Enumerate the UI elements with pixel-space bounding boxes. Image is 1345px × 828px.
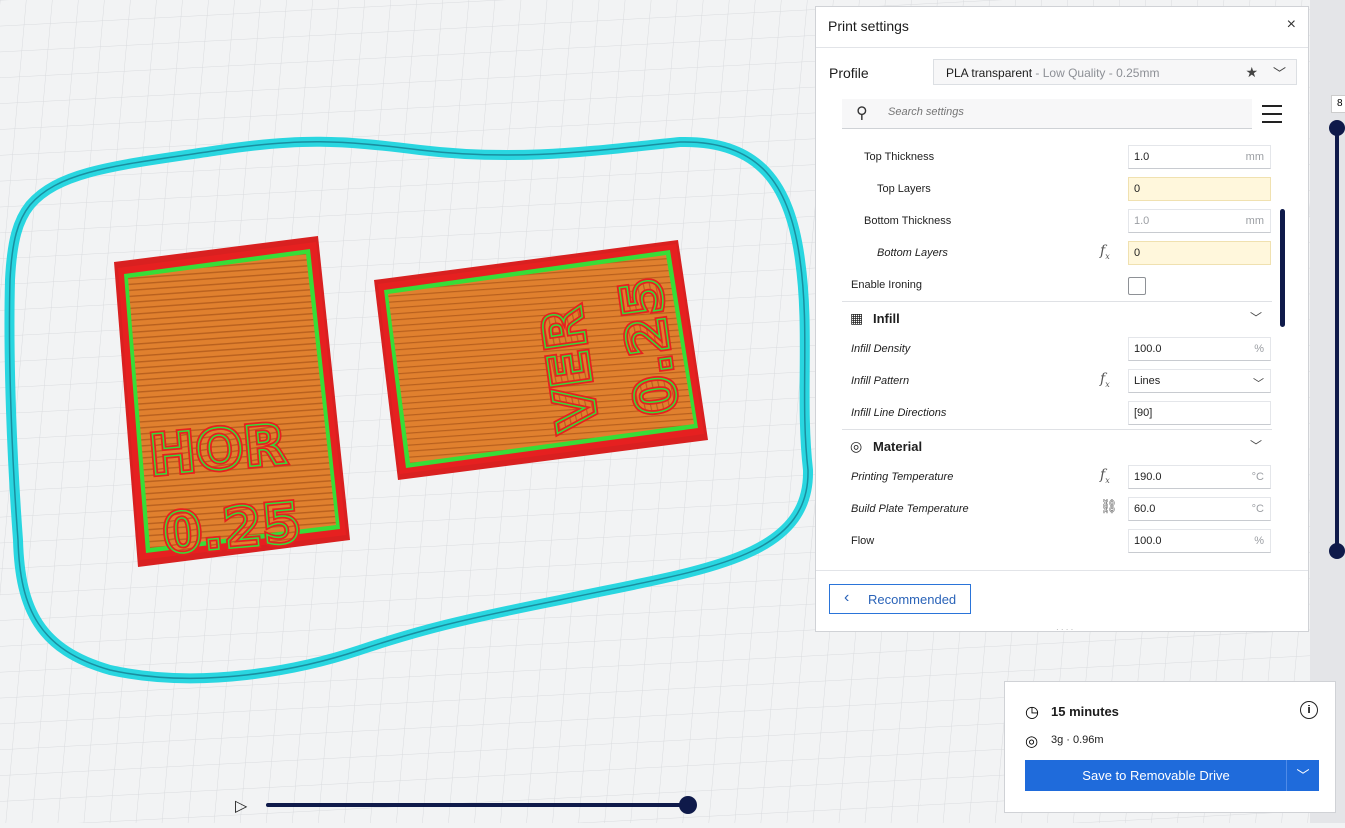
search-icon: ⚲ [856, 105, 868, 122]
setting-bottom-layers: Bottom Layers fx 0 [842, 237, 1272, 269]
settings-list[interactable]: Top Thickness 1.0 mm Top Layers 0 Bottom … [842, 141, 1272, 569]
simulation-slider-track[interactable] [266, 803, 690, 807]
function-icon[interactable]: fx [1100, 243, 1110, 261]
function-icon[interactable]: fx [1100, 371, 1110, 389]
setting-top-layers: Top Layers 0 [842, 173, 1272, 205]
settings-scrollbar[interactable] [1280, 209, 1285, 327]
recommended-button[interactable]: ‹ Recommended [829, 584, 971, 614]
setting-label: Enable Ironing [851, 279, 922, 291]
layer-slider-top-handle[interactable] [1329, 120, 1345, 136]
setting-infill-line-directions: Infill Line Directions [90] [842, 397, 1272, 429]
profile-select[interactable]: PLA transparent - Low Quality - 0.25mm ★… [933, 59, 1297, 85]
category-material[interactable]: ◎ Material ﹀ [842, 430, 1272, 462]
top-layers-field[interactable]: 0 [1128, 177, 1271, 201]
layer-number: 8 [1331, 95, 1345, 113]
setting-label: Infill Pattern [851, 375, 910, 387]
bottom-layers-field[interactable]: 0 [1128, 241, 1271, 265]
link-icon[interactable]: ⛓ [1100, 499, 1118, 515]
build-plate-temperature-field[interactable]: 60.0 °C [1128, 497, 1271, 521]
print-time: 15 minutes [1051, 704, 1119, 719]
simulation-slider-handle[interactable] [679, 796, 697, 814]
function-icon[interactable]: fx [1100, 467, 1110, 485]
bottom-thickness-field[interactable]: 1.0 mm [1128, 209, 1271, 233]
infill-density-field[interactable]: 100.0% [1128, 337, 1271, 361]
setting-label: Bottom Layers [877, 247, 948, 259]
setting-label: Build Plate Temperature [851, 503, 969, 515]
infill-icon: ▦ [850, 310, 864, 326]
profile-name-text: PLA transparent - Low Quality - 0.25mm [946, 66, 1160, 80]
setting-infill-pattern: Infill Pattern fx Lines ﹀ [842, 365, 1272, 397]
chevron-down-icon[interactable]: ﹀ [1286, 760, 1319, 791]
chevron-down-icon[interactable]: ﹀ [1273, 63, 1286, 82]
setting-label: Top Thickness [864, 151, 935, 163]
svg-text:0.25: 0.25 [160, 491, 303, 568]
printing-temperature-field[interactable]: 190.0 °C [1128, 465, 1271, 489]
setting-label: Infill Density [851, 343, 911, 355]
save-to-removable-drive-button[interactable]: Save to Removable Drive [1025, 768, 1287, 783]
panel-title: Print settings [828, 18, 909, 34]
category-label: Infill [873, 311, 900, 326]
search-input[interactable] [886, 105, 1230, 119]
star-icon[interactable]: ★ [1245, 64, 1258, 81]
divider [816, 570, 1308, 571]
print-estimate-panel: ◷ 15 minutes i ◎ 3g · 0.96m Save to Remo… [1004, 681, 1336, 813]
svg-text:HOR: HOR [146, 412, 289, 489]
hor-model: HOR HOR 0.25 0.25 [114, 236, 350, 570]
setting-label: Flow [851, 535, 875, 547]
setting-printing-temperature: Printing Temperature fx 190.0 °C [842, 461, 1272, 493]
setting-build-plate-temperature: Build Plate Temperature ⛓ 60.0 °C [842, 493, 1272, 525]
ver-model: VER VER 0.25 0.25 [374, 240, 708, 480]
setting-top-thickness: Top Thickness 1.0 mm [842, 141, 1272, 173]
divider [816, 47, 1308, 48]
print-settings-panel: Print settings × Profile PLA transparent… [815, 6, 1309, 634]
material-estimate: 3g · 0.96m [1051, 734, 1104, 746]
chevron-left-icon: ‹ [844, 589, 850, 606]
play-icon[interactable]: ▷ [235, 796, 247, 816]
setting-enable-ironing: Enable Ironing [842, 269, 1272, 301]
save-button-group: Save to Removable Drive ﹀ [1025, 760, 1319, 791]
spool-icon: ◎ [1025, 733, 1039, 750]
search-settings[interactable]: ⚲ [842, 99, 1252, 129]
setting-label: Top Layers [877, 183, 931, 195]
chevron-down-icon[interactable]: ﹀ [1250, 309, 1262, 326]
infill-line-directions-field[interactable]: [90] [1128, 401, 1271, 425]
setting-flow: Flow 100.0% [842, 525, 1272, 557]
clock-icon: ◷ [1025, 704, 1039, 721]
setting-label: Infill Line Directions [851, 407, 947, 419]
layer-slider-track[interactable] [1335, 129, 1339, 553]
setting-label: Bottom Thickness [864, 215, 952, 227]
enable-ironing-checkbox[interactable] [1128, 277, 1146, 295]
setting-label: Printing Temperature [851, 471, 954, 483]
info-icon[interactable]: i [1300, 701, 1318, 719]
menu-icon[interactable] [1262, 105, 1282, 123]
chevron-down-icon[interactable]: ﹀ [1250, 437, 1262, 454]
chevron-down-icon: ﹀ [1253, 378, 1264, 390]
layer-slider-bottom-handle[interactable] [1329, 543, 1345, 559]
setting-infill-density: Infill Density 100.0% [842, 333, 1272, 365]
flow-field[interactable]: 100.0% [1128, 529, 1271, 553]
spool-icon: ◎ [850, 438, 863, 454]
profile-label: Profile [829, 65, 869, 81]
category-infill[interactable]: ▦ Infill ﹀ [842, 302, 1272, 334]
setting-bottom-thickness: Bottom Thickness 1.0 mm [842, 205, 1272, 237]
resize-grip[interactable]: · · · · [1056, 625, 1073, 634]
infill-pattern-select[interactable]: Lines ﹀ [1128, 369, 1271, 393]
top-thickness-field[interactable]: 1.0 mm [1128, 145, 1271, 169]
close-icon[interactable]: × [1287, 16, 1296, 34]
category-label: Material [873, 439, 923, 454]
